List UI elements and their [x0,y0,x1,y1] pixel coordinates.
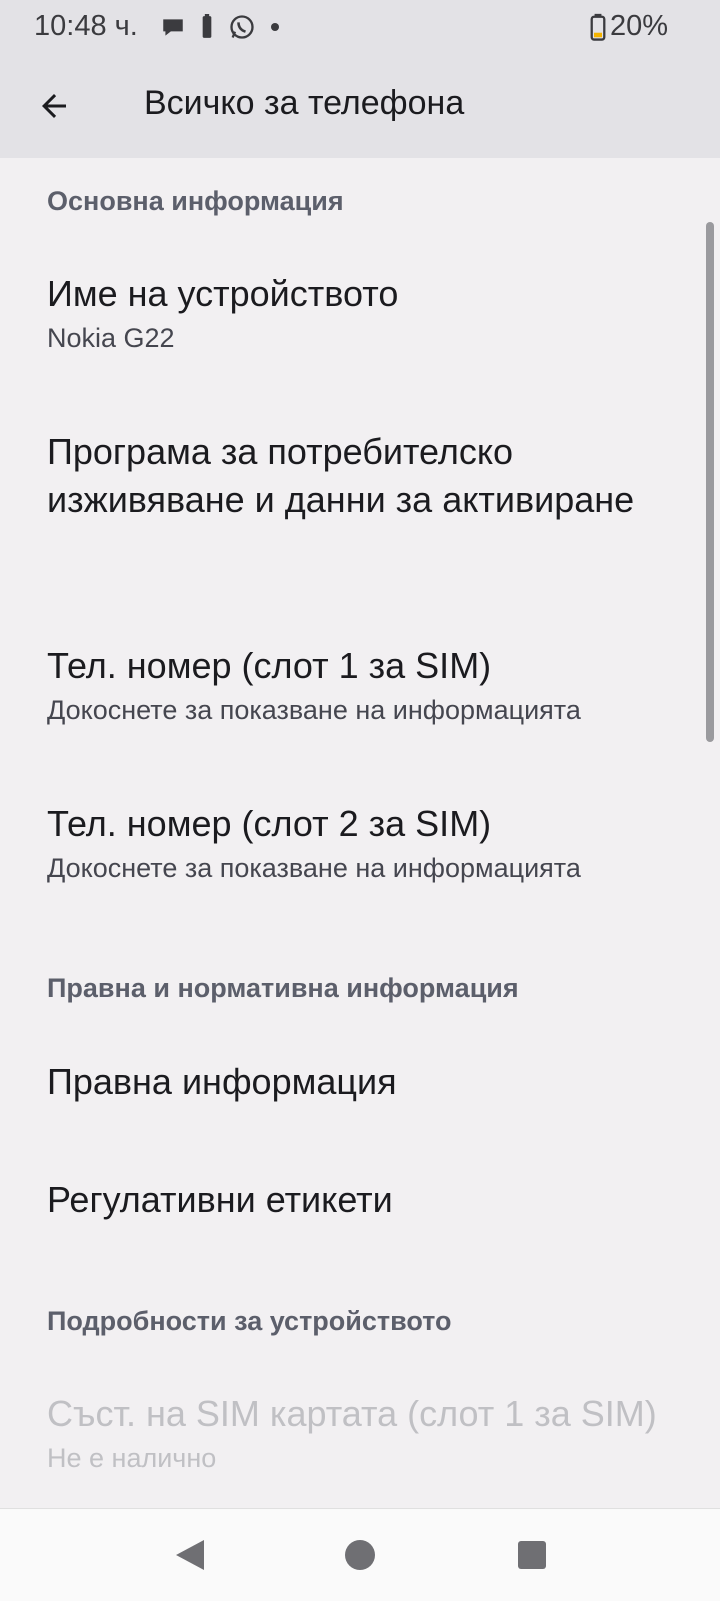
nav-recents-button[interactable] [510,1533,554,1577]
settings-list: Основна информация Име на устройството N… [0,158,720,1508]
item-title: Име на устройството [47,273,399,314]
scrollbar[interactable] [706,222,714,742]
sim1-status-item: Съст. на SIM картата (слот 1 за SIM) Не … [47,1390,687,1476]
device-name-item[interactable]: Име на устройството Nokia G22 [47,270,687,356]
item-title: Съст. на SIM картата (слот 1 за SIM) [47,1393,657,1434]
navigation-bar [0,1508,720,1601]
battery-indicator: 20% [590,10,668,43]
item-summary: Не е налично [47,1443,217,1473]
nav-home-icon [345,1540,375,1570]
chat-icon [163,19,183,36]
page-title: Всичко за телефона [144,84,465,122]
section-header-legal: Правна и нормативна информация [47,973,519,1003]
back-button[interactable] [30,82,78,130]
item-title: Правна информация [47,1061,397,1102]
user-experience-program-item[interactable]: Програма за потребителско изживяване и д… [47,428,687,524]
regulatory-labels-item[interactable]: Регулативни етикети [47,1176,687,1224]
nav-recents-icon [518,1541,546,1569]
battery-small-icon [202,14,212,38]
section-header-device-details: Подробности за устройството [47,1306,452,1336]
status-icons [160,13,280,41]
item-summary: Докоснете за показване на информацията [47,695,581,725]
battery-icon [590,13,606,41]
item-summary: Докоснете за показване на информацията [47,853,581,883]
legal-info-item[interactable]: Правна информация [47,1058,687,1106]
item-title: Тел. номер (слот 1 за SIM) [47,645,492,686]
whatsapp-icon [230,15,254,39]
status-bar: 10:48 ч. 20% [0,0,720,54]
battery-percent: 20% [609,10,668,42]
dot-icon [271,23,279,31]
phone-number-sim1-item[interactable]: Тел. номер (слот 1 за SIM) Докоснете за … [47,642,687,728]
item-title: Регулативни етикети [47,1179,393,1220]
nav-back-icon [176,1540,204,1570]
item-title: Тел. номер (слот 2 за SIM) [47,803,492,844]
item-summary: Nokia G22 [47,323,175,353]
nav-back-button[interactable] [168,1533,212,1577]
status-time: 10:48 ч. [34,10,138,42]
phone-number-sim2-item[interactable]: Тел. номер (слот 2 за SIM) Докоснете за … [47,800,687,886]
item-title: Програма за потребителско изживяване и д… [47,431,635,520]
app-bar: Всичко за телефона [0,54,720,158]
arrow-back-icon [42,94,66,118]
nav-home-button[interactable] [338,1533,382,1577]
section-header-basic-info: Основна информация [47,186,344,216]
